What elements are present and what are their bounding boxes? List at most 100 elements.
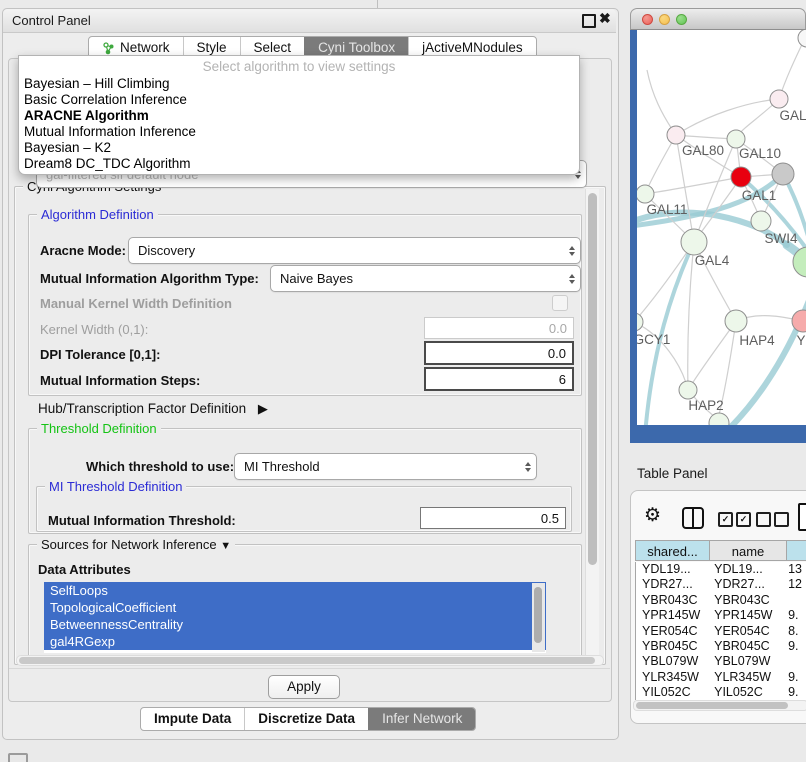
network-edge[interactable]	[676, 99, 779, 135]
table-hscrollbar-track[interactable]	[633, 700, 806, 711]
table-panel-title: Table Panel	[637, 466, 708, 481]
node-label: GAL80	[682, 143, 724, 158]
tab-impute-data-label: Impute Data	[154, 708, 231, 730]
which-threshold-combo[interactable]: MI Threshold	[234, 453, 537, 480]
algorithm-option-basic-correlation[interactable]: Basic Correlation Inference	[19, 92, 579, 108]
hub-definition-toggle[interactable]: Hub/Transcription Factor Definition ▶	[38, 401, 268, 417]
close-icon[interactable]: ✖	[599, 10, 611, 27]
manual-kernel-checkbox[interactable]	[552, 295, 568, 311]
mi-threshold-label: Mutual Information Threshold:	[48, 513, 236, 528]
settings-hscrollbar-thumb[interactable]	[19, 657, 595, 664]
algorithm-option-bayesian-k2[interactable]: Bayesian – K2	[19, 140, 579, 156]
algorithm-option-mutual-information[interactable]: Mutual Information Inference	[19, 124, 579, 140]
network-node[interactable]	[725, 310, 747, 332]
list-item-gal4rgexp[interactable]: gal4RGexp	[44, 633, 546, 650]
column-header-name[interactable]: name	[709, 540, 787, 561]
tab-impute-data[interactable]: Impute Data	[141, 708, 244, 730]
node-label: GAL	[779, 108, 806, 123]
data-attributes-label: Data Attributes	[38, 562, 131, 577]
table-row[interactable]: YPR145WYPR145W9.	[636, 608, 806, 623]
column-header-partial[interactable]	[786, 540, 806, 561]
collapse-arrow-icon[interactable]: ▼	[220, 540, 231, 552]
network-node[interactable]	[772, 163, 794, 185]
float-window-icon[interactable]	[582, 14, 596, 28]
column-header-shared-name[interactable]: shared...	[635, 540, 710, 561]
network-canvas[interactable]: GALGAL80GAL10GAL1GAL11SWI4GAL4GCY1HAP4YH…	[637, 30, 806, 425]
network-edge[interactable]	[647, 70, 676, 135]
table-row[interactable]: YDL19...YDL19...13	[636, 562, 806, 577]
minimized-panel-icon[interactable]	[8, 753, 28, 762]
attribute-list-scrollbar-thumb[interactable]	[534, 587, 542, 643]
algorithm-option-bayesian-hill[interactable]: Bayesian – Hill Climbing	[19, 76, 579, 92]
algorithm-option-dream8[interactable]: Dream8 DC_TDC Algorithm	[19, 156, 579, 172]
cell: YDL19...	[708, 562, 782, 577]
network-node[interactable]	[798, 30, 806, 47]
split-panel-icon[interactable]	[682, 507, 704, 529]
show-columns-checked-icon[interactable]: ✓✓	[718, 512, 751, 527]
cell: YLR345W	[708, 670, 782, 685]
node-label: GAL4	[695, 253, 730, 268]
zoom-traffic-light-icon[interactable]	[676, 14, 687, 25]
cell: YER054C	[708, 624, 782, 639]
kernel-width-field[interactable]: 0.0	[424, 317, 574, 339]
list-item-selfloops[interactable]: SelfLoops	[44, 582, 546, 599]
network-edge[interactable]	[688, 321, 736, 390]
mi-steps-field[interactable]: 6	[424, 367, 574, 391]
table-row[interactable]: YER054CYER054C8.	[636, 624, 806, 639]
cell	[782, 593, 806, 608]
network-node[interactable]	[681, 229, 707, 255]
cell: 12	[782, 577, 806, 592]
mi-threshold-field[interactable]: 0.5	[420, 507, 566, 529]
table-row[interactable]: YIL052CYIL052C9.	[636, 685, 806, 700]
network-node[interactable]	[667, 126, 685, 144]
table-row[interactable]: YDR27...YDR27...12	[636, 577, 806, 592]
table-row[interactable]: YBR043CYBR043C	[636, 593, 806, 608]
network-edge[interactable]	[688, 242, 694, 390]
cell: YBR045C	[708, 639, 782, 654]
tab-discretize-data[interactable]: Discretize Data	[244, 708, 368, 730]
close-traffic-light-icon[interactable]	[642, 14, 653, 25]
sources-group-title: Sources for Network Inference ▼	[37, 537, 235, 552]
algorithm-option-aracne[interactable]: ARACNE Algorithm	[19, 108, 579, 124]
apply-button[interactable]: Apply	[268, 675, 340, 699]
network-node[interactable]	[751, 211, 771, 231]
settings-scrollbar-thumb[interactable]	[588, 193, 597, 565]
network-node[interactable]	[770, 90, 788, 108]
table-row[interactable]: YBL079WYBL079W	[636, 654, 806, 669]
minimize-traffic-light-icon[interactable]	[659, 14, 670, 25]
mi-steps-value: 6	[559, 372, 566, 387]
network-node[interactable]	[637, 313, 643, 331]
sources-title-text: Sources for Network Inference	[41, 537, 217, 552]
gear-icon[interactable]: ⚙	[644, 504, 661, 527]
network-node[interactable]	[731, 167, 751, 187]
network-node[interactable]	[637, 185, 654, 203]
settings-hscrollbar-track[interactable]	[16, 655, 604, 666]
dropdown-prompt: Select algorithm to view settings	[19, 56, 579, 76]
export-table-icon[interactable]	[798, 503, 806, 531]
manual-kernel-label: Manual Kernel Width Definition	[40, 296, 232, 311]
network-window-titlebar[interactable]	[630, 8, 806, 30]
network-node[interactable]	[679, 381, 697, 399]
aracne-mode-combo[interactable]: Discovery	[128, 237, 581, 264]
list-item-betweennesscentrality[interactable]: BetweennessCentrality	[44, 616, 546, 633]
combo-spinner-icon	[525, 462, 531, 472]
settings-scrollbar-track[interactable]	[585, 189, 599, 659]
hide-columns-unchecked-icon[interactable]	[756, 512, 789, 527]
list-item-topologicalcoefficient[interactable]: TopologicalCoefficient	[44, 599, 546, 616]
node-label: HAP4	[739, 333, 775, 348]
network-view-window: GALGAL80GAL10GAL1GAL11SWI4GAL4GCY1HAP4YH…	[630, 8, 806, 443]
node-label: GAL11	[646, 202, 687, 217]
cell: YIL052C	[636, 685, 708, 700]
network-edge[interactable]	[779, 38, 805, 99]
attribute-list-scrollbar-track[interactable]	[532, 583, 545, 652]
table-hscrollbar-thumb[interactable]	[636, 702, 788, 709]
mi-threshold-value: 0.5	[541, 511, 559, 526]
dpi-tolerance-field[interactable]: 0.0	[424, 341, 574, 365]
mi-type-combo[interactable]: Naive Bayes	[270, 265, 581, 292]
table-row[interactable]: YLR345WYLR345W9.	[636, 670, 806, 685]
tab-infer-network[interactable]: Infer Network	[368, 708, 475, 730]
network-edge[interactable]	[645, 177, 741, 194]
network-edge[interactable]	[645, 135, 676, 194]
table-row[interactable]: YBR045CYBR045C9.	[636, 639, 806, 654]
network-edge[interactable]	[637, 242, 694, 322]
